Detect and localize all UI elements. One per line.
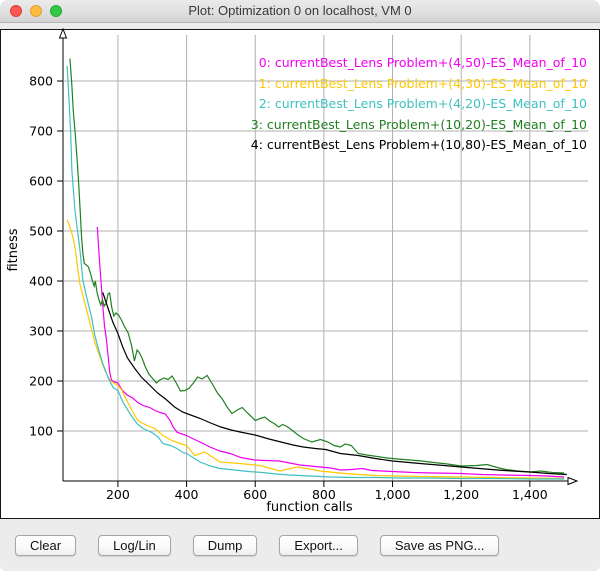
window-titlebar: Plot: Optimization 0 on localhost, VM 0 [0,0,600,23]
legend-entry-3: 3: currentBest_Lens Problem+(10,20)-ES_M… [251,115,587,136]
button-row: Clear Log/Lin Dump Export... Save as PNG... [15,535,499,556]
dump-button[interactable]: Dump [193,535,258,556]
save-as-png-button[interactable]: Save as PNG... [380,535,500,556]
log-lin-button[interactable]: Log/Lin [98,535,171,556]
chart-legend: 0: currentBest_Lens Problem+(4,50)-ES_Me… [251,53,587,156]
export-button[interactable]: Export... [279,535,357,556]
window-title: Plot: Optimization 0 on localhost, VM 0 [0,0,600,22]
legend-entry-1: 1: currentBest_Lens Problem+(4,30)-ES_Me… [251,74,587,95]
clear-button[interactable]: Clear [15,535,76,556]
legend-entry-4: 4: currentBest_Lens Problem+(10,80)-ES_M… [251,135,587,156]
legend-entry-2: 2: currentBest_Lens Problem+(4,20)-ES_Me… [251,94,587,115]
plot-window: Plot: Optimization 0 on localhost, VM 0 … [0,0,600,571]
legend-entry-0: 0: currentBest_Lens Problem+(4,50)-ES_Me… [251,53,587,74]
